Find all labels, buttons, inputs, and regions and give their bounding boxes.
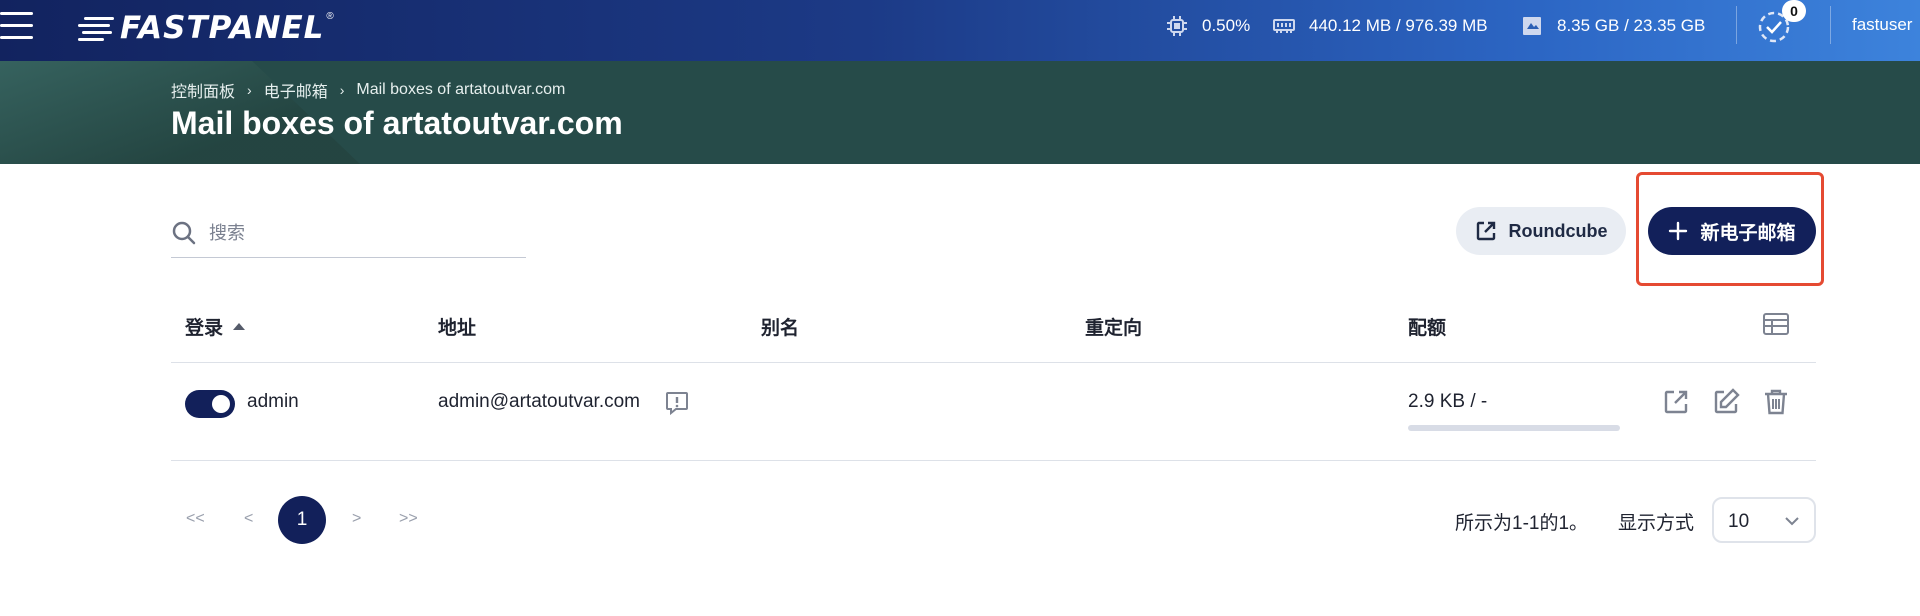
column-header-alias[interactable]: 别名 <box>761 313 799 340</box>
column-header-address-label: 地址 <box>438 318 477 339</box>
roundcube-label: Roundcube <box>1508 220 1608 241</box>
per-page-select[interactable]: 10 <box>1712 497 1816 543</box>
top-bar: FASTPANEL ® 0.50% 440.12 MB / 976.39 MB … <box>0 0 1920 61</box>
quota-progress-bar <box>1408 425 1620 431</box>
search-box <box>171 214 526 258</box>
breadcrumb: 控制面板 › 电子邮箱 › Mail boxes of artatoutvar.… <box>171 78 565 102</box>
tasks-count-badge: 0 <box>1782 0 1806 22</box>
chevron-down-icon <box>1785 517 1799 526</box>
memory-usage: 440.12 MB / 976.39 MB <box>1273 14 1488 38</box>
page-1-button[interactable]: 1 <box>278 496 326 544</box>
prev-page-button[interactable]: < <box>244 510 253 528</box>
column-header-login-label: 登录 <box>185 318 224 339</box>
mailbox-enabled-toggle[interactable] <box>185 390 235 418</box>
breadcrumb-item-current: Mail boxes of artatoutvar.com <box>356 81 566 98</box>
new-mailbox-button[interactable]: 新电子邮箱 <box>1648 207 1816 255</box>
user-menu[interactable]: fastuser <box>1852 15 1912 35</box>
pagination-info: 所示为1-1的1。 <box>1455 513 1589 534</box>
brand-logo[interactable]: FASTPANEL ® <box>78 8 334 48</box>
brand-name: FASTPANEL <box>120 10 325 46</box>
open-webmail-icon[interactable] <box>1661 387 1691 417</box>
per-page-label: 显示方式 <box>1618 513 1695 534</box>
memory-value: 440.12 MB / 976.39 MB <box>1309 16 1488 35</box>
cpu-value: 0.50% <box>1202 16 1251 35</box>
column-header-address[interactable]: 地址 <box>438 313 476 340</box>
new-mailbox-label: 新电子邮箱 <box>1700 222 1796 244</box>
logo-icon <box>78 15 116 41</box>
table-header-divider <box>171 362 1816 363</box>
row-login: admin <box>247 391 299 412</box>
page-title: Mail boxes of artatoutvar.com <box>171 105 623 141</box>
search-input[interactable] <box>209 218 509 248</box>
column-header-quota-label: 配额 <box>1408 318 1447 339</box>
delete-icon[interactable] <box>1761 387 1791 417</box>
breadcrumb-item-email[interactable]: 电子邮箱 <box>264 78 328 102</box>
plus-icon <box>1669 221 1688 241</box>
edit-icon[interactable] <box>1711 387 1741 417</box>
column-header-redirect-label: 重定向 <box>1085 318 1143 339</box>
sort-ascending-icon <box>233 323 246 330</box>
column-header-login[interactable]: 登录 <box>185 313 246 340</box>
disk-usage: 8.35 GB / 23.35 GB <box>1521 14 1705 38</box>
column-header-quota[interactable]: 配额 <box>1408 313 1446 340</box>
disk-icon <box>1523 17 1541 35</box>
row-quota: 2.9 KB / - <box>1408 391 1488 412</box>
memory-icon <box>1273 19 1295 33</box>
search-icon <box>172 221 196 245</box>
breadcrumb-separator: › <box>339 82 345 98</box>
table-columns-icon[interactable] <box>1762 312 1790 336</box>
next-page-button[interactable]: > <box>352 510 361 528</box>
divider <box>1830 6 1831 44</box>
breadcrumb-separator: › <box>247 82 252 98</box>
comment-alert-icon[interactable] <box>664 390 690 416</box>
breadcrumb-item-control-panel[interactable]: 控制面板 <box>171 78 235 102</box>
roundcube-button[interactable]: Roundcube <box>1456 207 1626 255</box>
page-header: 控制面板 › 电子邮箱 › Mail boxes of artatoutvar.… <box>0 61 1920 164</box>
external-link-icon <box>1476 221 1495 241</box>
first-page-button[interactable]: << <box>186 510 205 528</box>
table-footer-divider <box>171 460 1816 461</box>
cpu-usage: 0.50% <box>1166 14 1250 38</box>
divider <box>1736 6 1737 44</box>
brand-registered-mark: ® <box>326 10 334 22</box>
column-header-alias-label: 别名 <box>761 318 800 339</box>
disk-value: 8.35 GB / 23.35 GB <box>1557 16 1706 35</box>
menu-icon[interactable] <box>0 12 34 42</box>
column-header-redirect[interactable]: 重定向 <box>1085 313 1142 340</box>
last-page-button[interactable]: >> <box>399 510 418 528</box>
cpu-icon <box>1167 16 1187 36</box>
row-address: admin@artatoutvar.com <box>438 391 640 412</box>
per-page-value: 10 <box>1728 511 1750 532</box>
